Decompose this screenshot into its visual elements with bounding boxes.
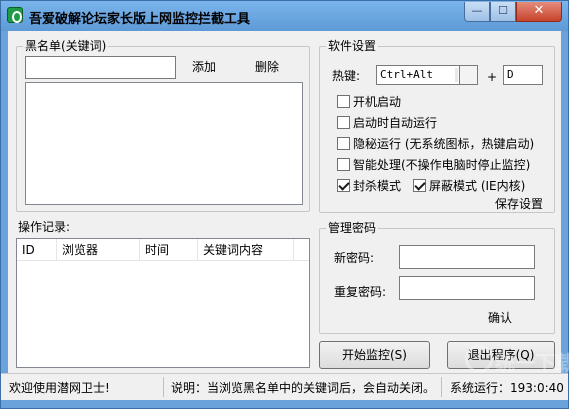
status-welcome: 欢迎使用潜网卫士! — [9, 381, 110, 395]
hotkey-plus: + — [487, 70, 498, 84]
log-label: 操作记录: — [18, 220, 71, 234]
status-note: 说明：当浏览黑名单中的关键词后，会自动关闭。 — [171, 381, 436, 395]
kill-mode-checkbox[interactable]: 封杀模式 — [337, 177, 401, 194]
app-window: 吾爱破解论坛家长版上网监控拦截工具 — ☐ ✕ 黑名单(关键词) 添加 删除 操… — [0, 0, 569, 409]
add-keyword-button[interactable]: 添加 — [192, 60, 216, 74]
autostart-box[interactable] — [337, 95, 350, 108]
blacklist-group-label: 黑名单(关键词) — [23, 39, 109, 53]
column-keyword[interactable]: 关键词内容 — [198, 239, 294, 261]
kill-mode-box[interactable] — [337, 179, 350, 192]
repeat-password-input[interactable] — [399, 276, 535, 300]
keyword-list[interactable] — [25, 82, 303, 205]
new-password-input[interactable] — [399, 245, 535, 269]
hotkey-label: 热键: — [332, 69, 361, 83]
hotkey-modifier-value: Ctrl+Alt — [380, 68, 433, 81]
delete-keyword-button[interactable]: 删除 — [255, 60, 279, 74]
settings-group-label: 软件设置 — [326, 39, 379, 53]
site-watermark: 统一下载站 — [463, 341, 569, 379]
log-table[interactable]: ID 浏览器 时间 关键词内容 — [16, 238, 310, 368]
watermark-text: 统一下载站 — [495, 351, 569, 375]
maximize-button[interactable]: ☐ — [490, 2, 516, 22]
stealth-box[interactable] — [337, 137, 350, 150]
hotkey-key-field[interactable]: D — [503, 65, 543, 85]
save-settings-button[interactable]: 保存设置 — [495, 197, 543, 211]
field-divider — [455, 68, 458, 82]
shield-mode-box[interactable] — [413, 179, 426, 192]
app-icon — [7, 7, 23, 23]
autostart-checkbox[interactable]: 开机启动 — [337, 93, 401, 110]
stealth-checkbox[interactable]: 隐秘运行 (无系统图标，热键启动) — [337, 135, 534, 152]
hotkey-dropdown-button[interactable] — [459, 66, 477, 84]
settings-group: 软件设置 热键: Ctrl+Alt + D 开机启动 启动时自动运行 隐秘运行 … — [319, 39, 555, 213]
status-divider — [441, 377, 442, 397]
status-divider — [163, 377, 164, 397]
blacklist-group: 黑名单(关键词) 添加 删除 — [16, 39, 310, 212]
column-browser[interactable]: 浏览器 — [57, 239, 140, 261]
watermark-logo-icon — [465, 345, 493, 373]
kill-mode-label: 封杀模式 — [353, 179, 402, 193]
client-area: 黑名单(关键词) 添加 删除 操作记录: ID 浏览器 时间 关键词内容 软件设… — [8, 31, 561, 373]
auto-run-label: 启动时自动运行 — [353, 116, 438, 130]
start-monitor-button[interactable]: 开始监控(S) — [319, 341, 430, 369]
log-table-header: ID 浏览器 时间 关键词内容 — [17, 239, 309, 261]
close-button[interactable]: ✕ — [516, 2, 562, 22]
new-password-label: 新密码: — [334, 251, 375, 265]
auto-run-checkbox[interactable]: 启动时自动运行 — [337, 114, 437, 131]
column-time[interactable]: 时间 — [140, 239, 198, 261]
shield-mode-checkbox[interactable]: 屏蔽模式 (IE内核) — [413, 177, 525, 194]
password-group-label: 管理密码 — [326, 221, 379, 235]
password-group: 管理密码 新密码: 重复密码: 确认 — [319, 221, 555, 334]
keyword-input[interactable] — [25, 56, 176, 79]
stealth-label: 隐秘运行 (无系统图标，热键启动) — [353, 137, 535, 151]
minimize-button[interactable]: — — [464, 2, 490, 22]
auto-run-box[interactable] — [337, 116, 350, 129]
title-bar: 吾爱破解论坛家长版上网监控拦截工具 — ☐ ✕ — [1, 1, 568, 31]
status-runtime: 系统运行：193:0:40 — [450, 381, 564, 395]
smart-mode-checkbox[interactable]: 智能处理(不操作电脑时停止监控) — [337, 156, 530, 173]
autostart-label: 开机启动 — [353, 95, 402, 109]
repeat-password-label: 重复密码: — [334, 285, 387, 299]
hotkey-modifier-field[interactable]: Ctrl+Alt — [376, 65, 478, 85]
smart-mode-box[interactable] — [337, 158, 350, 171]
shield-mode-label: 屏蔽模式 (IE内核) — [429, 179, 526, 193]
window-title: 吾爱破解论坛家长版上网监控拦截工具 — [29, 12, 251, 27]
smart-mode-label: 智能处理(不操作电脑时停止监控) — [353, 158, 531, 172]
column-id[interactable]: ID — [17, 239, 57, 261]
confirm-password-button[interactable]: 确认 — [488, 311, 512, 325]
